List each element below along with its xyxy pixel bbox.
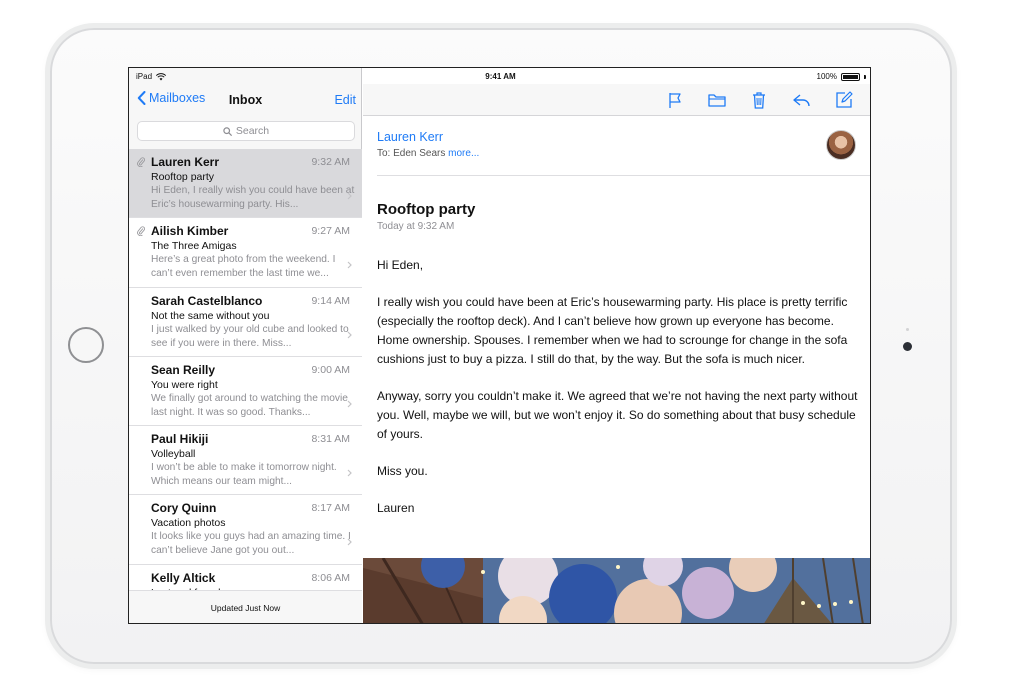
message-subject: The Three Amigas [151, 240, 237, 253]
message-preview: Hi Eden, I really wish you could have be… [151, 185, 355, 210]
message-list: Lauren Kerr 9:32 AM Rooftop party Hi Ede… [129, 149, 362, 623]
folder-icon [708, 94, 726, 107]
compose-button[interactable] [833, 89, 855, 111]
light-sensor [906, 328, 909, 331]
message-list-pane: Mailboxes Inbox Edit Search Lauren Kerr … [129, 68, 362, 623]
message-preview: I just walked by your old cube and looke… [151, 323, 349, 349]
message-row[interactable]: Sean Reilly 9:00 AM You were right We fi… [129, 356, 362, 427]
edit-button[interactable]: Edit [334, 93, 356, 107]
sender-name-link[interactable]: Lauren Kerr [377, 130, 443, 144]
message-subject: Not the same without you [151, 309, 270, 322]
message-time: 9:27 AM [311, 225, 350, 238]
paperclip-icon [137, 226, 145, 237]
status-time: 9:41 AM [485, 72, 516, 81]
compose-icon [836, 91, 853, 108]
battery-nub [864, 74, 866, 79]
message-time: 9:32 AM [311, 156, 350, 168]
message-date: Today at 9:32 AM [377, 221, 455, 232]
message-row[interactable]: Cory Quinn 8:17 AM Vacation photos It lo… [129, 495, 362, 565]
screen: iPad 9:41 AM 100% Mailboxes Inbox Edit S… [128, 67, 871, 624]
chevron-right-icon [347, 400, 352, 408]
body-greeting: Hi Eden, [377, 258, 424, 272]
recipient-line: To: Eden Sears more... [377, 148, 479, 159]
body-closing: Miss you. [377, 464, 428, 478]
message-row[interactable]: Sarah Castelblanco 9:14 AM Not the same … [129, 287, 362, 357]
message-row[interactable]: Ailish Kimber 9:27 AM The Three Amigas H… [129, 218, 362, 288]
attached-photo[interactable] [363, 558, 870, 623]
reply-button[interactable] [790, 89, 812, 111]
body-paragraph: I really wish you could have been at Eri… [377, 295, 848, 366]
search-input[interactable]: Search [137, 121, 355, 141]
message-body: Hi Eden, I really wish you could have be… [377, 256, 859, 536]
message-preview: We finally got around to watching the mo… [151, 392, 348, 418]
message-time: 8:06 AM [311, 571, 350, 584]
message-preview: It looks like you guys had an amazing ti… [151, 531, 351, 557]
recipient-text: To: Eden Sears [377, 148, 446, 159]
message-sender: Lauren Kerr [151, 155, 220, 169]
status-right: 100% [817, 72, 866, 81]
message-sender: Paul Hikiji [151, 432, 209, 447]
chevron-right-icon [347, 261, 352, 269]
sender-avatar[interactable] [826, 130, 856, 160]
list-footer-status: Updated Just Now [129, 590, 362, 623]
header-divider [377, 175, 870, 176]
message-time: 9:14 AM [311, 294, 350, 307]
message-sender: Sarah Castelblanco [151, 293, 263, 308]
paperclip-icon [137, 157, 145, 167]
message-detail-pane: Lauren Kerr To: Eden Sears more... Rooft… [363, 68, 870, 623]
message-preview: Here’s a great photo from the weekend. I… [151, 254, 336, 280]
body-paragraph: Anyway, sorry you couldn’t make it. We a… [377, 389, 858, 441]
message-sender: Cory Quinn [151, 501, 217, 516]
body-signature: Lauren [377, 501, 415, 515]
message-subject: Vacation photos [151, 517, 226, 530]
list-nav-bar: Mailboxes Inbox Edit [129, 84, 362, 116]
status-bar: iPad 9:41 AM 100% [129, 68, 870, 84]
message-header: Lauren Kerr To: Eden Sears more... [363, 116, 870, 178]
home-button[interactable] [68, 327, 104, 363]
message-subject: Volleyball [151, 448, 196, 461]
message-sender: Ailish Kimber [151, 224, 229, 239]
chevron-right-icon [347, 192, 352, 200]
move-folder-button[interactable] [706, 89, 728, 111]
message-sender: Sean Reilly [151, 362, 216, 377]
message-row[interactable]: Paul Hikiji 8:31 AM Volleyball I won’t b… [129, 426, 362, 496]
trash-icon [753, 92, 765, 109]
message-toolbar [363, 84, 870, 116]
message-time: 8:31 AM [311, 433, 350, 446]
flag-icon [669, 92, 681, 108]
reply-icon [792, 94, 810, 107]
search-icon [223, 126, 232, 136]
message-sender: Kelly Altick [151, 570, 216, 585]
flag-button[interactable] [664, 89, 686, 111]
party-lanterns-photo [363, 558, 870, 623]
front-camera [903, 342, 912, 351]
message-row[interactable]: Lauren Kerr 9:32 AM Rooftop party Hi Ede… [129, 149, 362, 219]
message-preview: I won’t be able to make it tomorrow nigh… [151, 462, 337, 488]
inbox-title: Inbox [228, 93, 263, 107]
more-recipients-link[interactable]: more... [448, 148, 479, 159]
message-subject: You were right [151, 378, 218, 391]
trash-button[interactable] [748, 89, 770, 111]
chevron-right-icon [347, 539, 352, 546]
chevron-right-icon [347, 331, 352, 339]
battery-icon [841, 72, 860, 81]
chevron-right-icon [347, 469, 352, 477]
battery-percent: 100% [816, 72, 837, 81]
message-time: 8:17 AM [311, 502, 350, 515]
search-placeholder: Search [235, 125, 270, 137]
message-time: 9:00 AM [311, 363, 350, 376]
message-subject: Rooftop party [151, 171, 215, 183]
message-subject-heading: Rooftop party [377, 201, 476, 218]
